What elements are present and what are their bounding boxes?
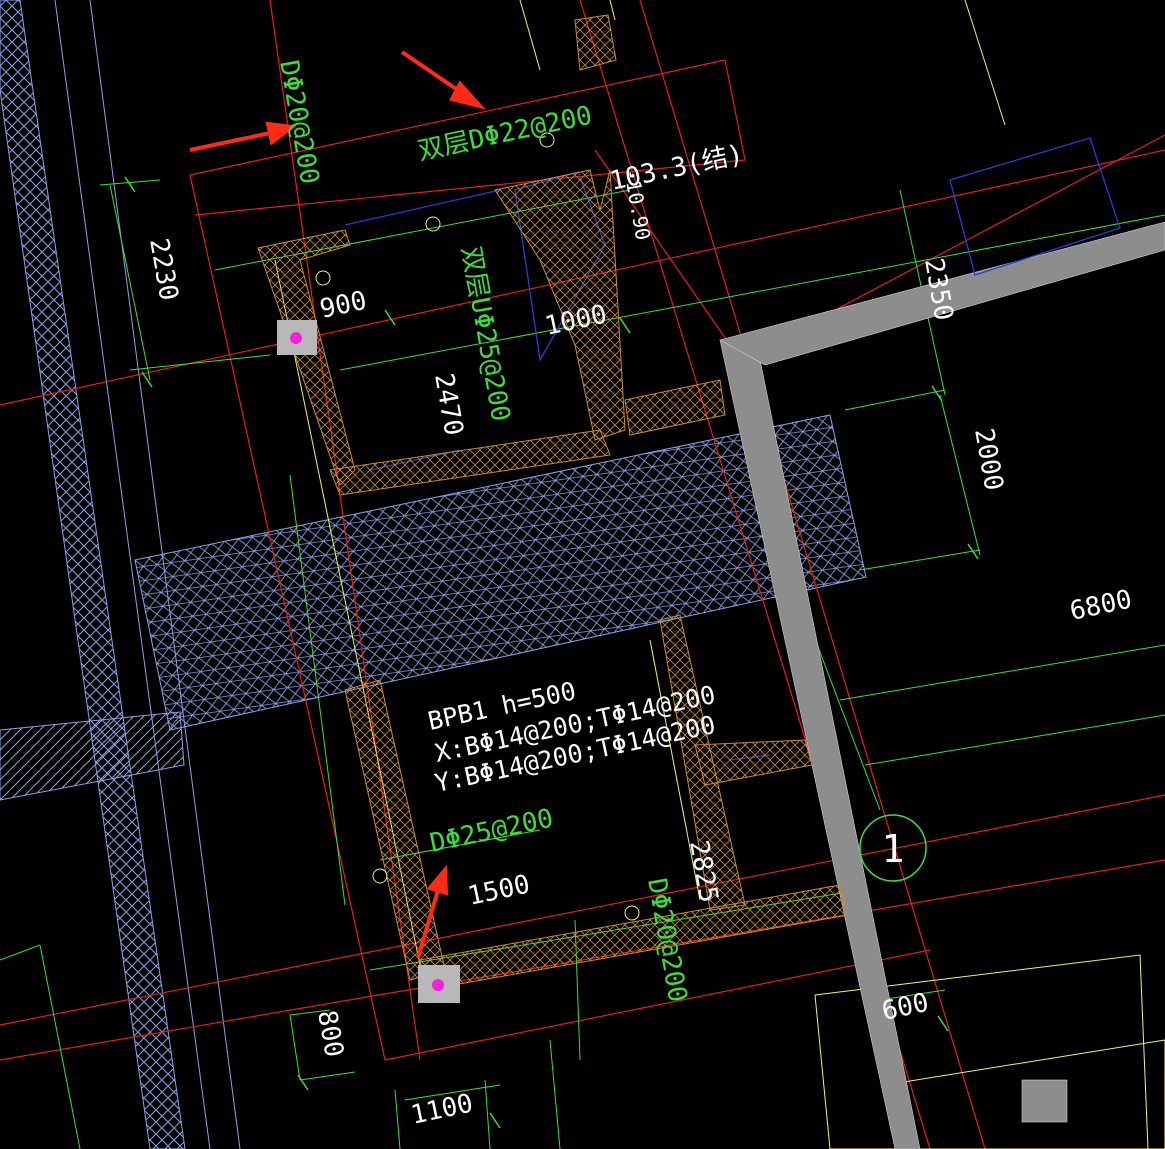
rebar-label-bottom: DΦ25@200 — [427, 803, 556, 858]
cad-viewport[interactable]: 1 DΦ20@200 双层DΦ22@200 双层UΦ25@200 DΦ25@20… — [0, 0, 1165, 1149]
rebar-label-top-double: 双层DΦ22@200 — [415, 101, 595, 167]
dim-1100: 1100 — [408, 1088, 475, 1130]
dim-2000: 2000 — [968, 426, 1008, 493]
dim-800: 800 — [311, 1008, 349, 1059]
dim-2470: 2470 — [428, 371, 468, 438]
gray-wall — [719, 221, 1165, 1149]
dim-1500: 1500 — [465, 869, 532, 911]
rebar-label-top-left: DΦ20@200 — [273, 58, 324, 187]
slab-annotation: BPB1 h=500 X:BΦ14@200;TΦ14@200 Y:BΦ14@20… — [425, 676, 718, 798]
dim-900: 900 — [317, 286, 369, 325]
dim-6800: 6800 — [1067, 584, 1134, 626]
axis-bubble-label: 1 — [882, 827, 905, 871]
drawing-canvas[interactable]: 1 DΦ20@200 双层DΦ22@200 双层UΦ25@200 DΦ25@20… — [0, 0, 1165, 1149]
axis-bubble-1[interactable]: 1 — [859, 814, 927, 882]
rebar-label-vertical-double: 双层UΦ25@200 — [455, 244, 515, 424]
dim-2230: 2230 — [143, 236, 183, 303]
